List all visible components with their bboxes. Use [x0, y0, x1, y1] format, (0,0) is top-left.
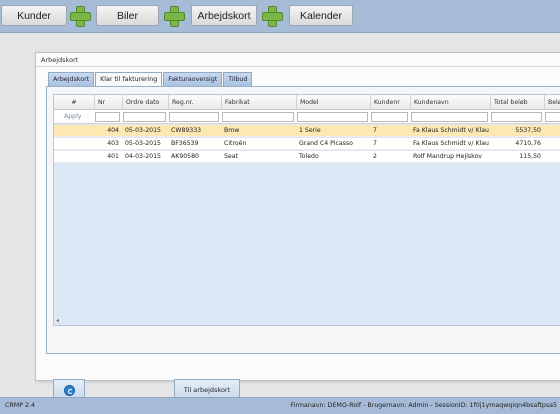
cell-total-beloeb: 115,50: [519, 153, 541, 160]
filter-row: Apply: [54, 110, 560, 124]
cell-ordre-dato: 05-03-2015: [125, 140, 161, 147]
column-header-beloeb[interactable]: Beløb: [544, 95, 560, 110]
column-header-reg-nr[interactable]: Reg.nr.: [168, 95, 221, 110]
panel-title: Arbejdskort: [41, 56, 79, 64]
arbejdskort-button[interactable]: Arbejdskort: [191, 5, 257, 26]
app-version: CRMP 2.4: [5, 402, 36, 409]
cell-reg-nr: AK90580: [171, 153, 199, 160]
table-row[interactable]: 404 05-03-2015 CW89333 Bmw 1 Serie 7 Fa …: [54, 125, 560, 137]
column-header-model[interactable]: Model: [296, 95, 370, 110]
column-header-fabrikat[interactable]: Fabrikat: [221, 95, 296, 110]
cell-ordre-dato: 04-03-2015: [125, 153, 161, 160]
add-kunde-plus-icon[interactable]: [70, 6, 91, 27]
top-navbar: Kunder Biler Arbejdskort Kalender: [0, 0, 560, 33]
cell-fabrikat: Bmw: [224, 127, 240, 134]
session-info: Firmanavn: DEMO-Rolf - Brugernavn: Admin…: [290, 402, 557, 409]
tab-tilbud[interactable]: Tilbud: [223, 72, 253, 86]
cell-ordre-dato: 05-03-2015: [125, 127, 161, 134]
cell-fabrikat: Citroën: [224, 140, 247, 147]
filter-ordre-dato-input[interactable]: [123, 112, 166, 122]
scroll-left-icon[interactable]: ◂: [56, 317, 59, 324]
add-arbejdskort-plus-icon[interactable]: [262, 6, 283, 27]
filter-reg-nr-input[interactable]: [169, 112, 219, 122]
column-header-kundenr[interactable]: Kundenr: [370, 95, 410, 110]
tab-klar-til-fakturering[interactable]: Klar til fakturering: [95, 72, 163, 86]
cell-total-beloeb: 4710,76: [515, 140, 541, 147]
cell-nr: 403: [107, 140, 119, 147]
panel-divider: [36, 66, 560, 67]
tab-content: # Nr Ordre dato Reg.nr. Fabrikat Model K…: [46, 86, 560, 401]
kunder-button[interactable]: Kunder: [1, 5, 67, 26]
cell-kundenr: 7: [373, 127, 377, 134]
cell-kundenavn: Fa Klaus Schmidt v/ Klau: [413, 140, 489, 147]
cell-model: Toledo: [299, 153, 319, 160]
cell-reg-nr: BF36539: [171, 140, 199, 147]
status-bar: CRMP 2.4 Firmanavn: DEMO-Rolf - Brugerna…: [0, 397, 560, 414]
cell-fabrikat: Seat: [224, 153, 238, 160]
tab-arbejdskort[interactable]: Arbejdskort: [48, 72, 95, 86]
column-header-kundenavn[interactable]: Kundenavn: [410, 95, 490, 110]
filter-beloeb-input[interactable]: [545, 112, 560, 122]
table-row[interactable]: 401 04-03-2015 AK90580 Seat Toledo 2 Rol…: [54, 151, 560, 163]
grid-header: # Nr Ordre dato Reg.nr. Fabrikat Model K…: [54, 95, 560, 110]
column-header-ordre-dato[interactable]: Ordre dato: [122, 95, 168, 110]
invoice-grid: # Nr Ordre dato Reg.nr. Fabrikat Model K…: [53, 94, 560, 326]
biler-button[interactable]: Biler: [96, 5, 159, 26]
filter-fabrikat-input[interactable]: [222, 112, 294, 122]
column-header-total-beloeb[interactable]: Total beløb: [490, 95, 544, 110]
filter-model-input[interactable]: [297, 112, 368, 122]
table-row[interactable]: 403 05-03-2015 BF36539 Citroën Grand C4 …: [54, 138, 560, 150]
kalender-button[interactable]: Kalender: [289, 5, 353, 26]
cell-nr: 401: [107, 153, 119, 160]
column-header-nr[interactable]: Nr: [94, 95, 122, 110]
cell-kundenavn: Rolf Mandrup Hejlskov: [413, 153, 482, 160]
filter-kundenavn-input[interactable]: [411, 112, 488, 122]
cell-model: Grand C4 Picasso: [299, 140, 353, 147]
filter-total-beloeb-input[interactable]: [491, 112, 542, 122]
refresh-icon: [63, 384, 75, 396]
cell-reg-nr: CW89333: [171, 127, 202, 134]
cell-model: 1 Serie: [299, 127, 321, 134]
apply-filter-link[interactable]: Apply: [64, 113, 81, 120]
cell-nr: 404: [107, 127, 119, 134]
filter-nr-input[interactable]: [95, 112, 120, 122]
cell-kundenr: 7: [373, 140, 377, 147]
tab-fakturaoversigt[interactable]: Fakturaoversigt: [163, 72, 223, 86]
arbejdskort-panel: Arbejdskort Arbejdskort Klar til fakture…: [35, 52, 560, 401]
cell-kundenavn: Fa Klaus Schmidt v/ Klau: [413, 127, 489, 134]
cell-kundenr: 2: [373, 153, 377, 160]
column-header-index[interactable]: #: [54, 95, 94, 110]
cell-total-beloeb: 5537,50: [515, 127, 541, 134]
filter-kundenr-input[interactable]: [371, 112, 408, 122]
tab-bar: Arbejdskort Klar til fakturering Faktura…: [48, 72, 253, 86]
add-bil-plus-icon[interactable]: [164, 6, 185, 27]
